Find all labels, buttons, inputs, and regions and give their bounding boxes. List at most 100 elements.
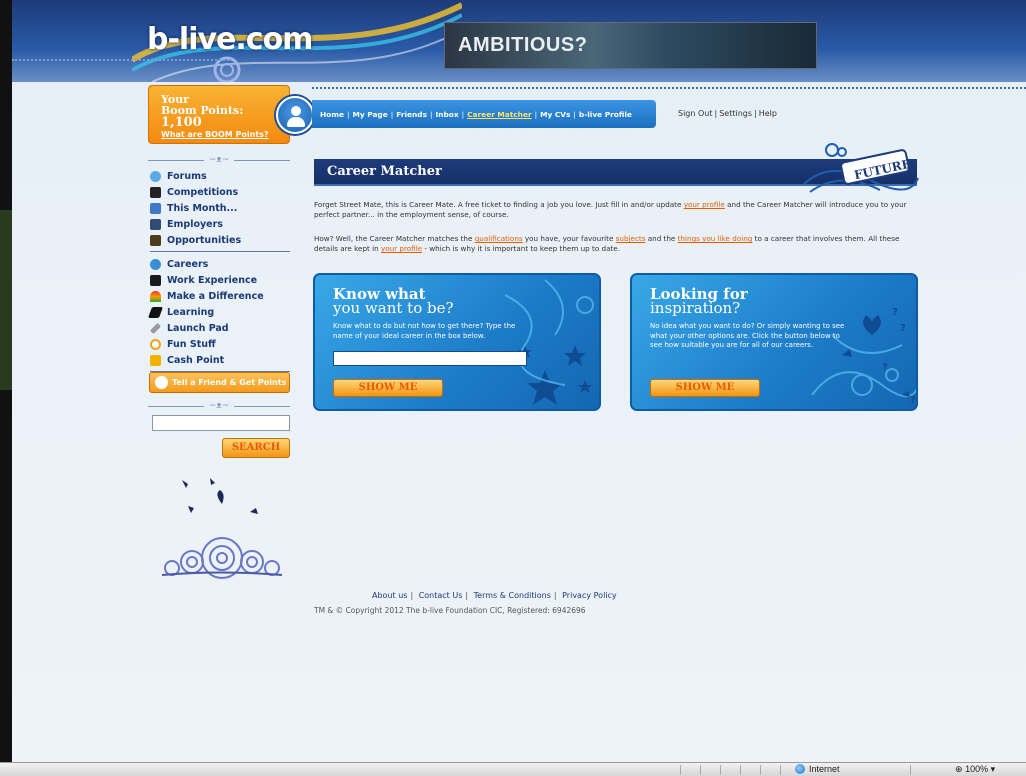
globe-icon: [795, 764, 805, 774]
zoom-icon: ⊕: [955, 764, 963, 774]
nav-my-cvs[interactable]: My CVs: [540, 110, 570, 119]
nav-separator: |: [429, 109, 433, 119]
sidebar-divider: [150, 251, 290, 252]
copyright-text: TM & © Copyright 2012 The b-live Foundat…: [314, 606, 586, 615]
opportunities-icon: [150, 234, 161, 246]
stars-decoration: [504, 279, 594, 405]
sidebar-item-label: Employers: [167, 218, 223, 230]
sidebar-item-cash-point[interactable]: Cash Point: [150, 352, 292, 368]
how-text: How? Well, the Career Matcher matches th…: [314, 234, 475, 243]
footer-contact-link[interactable]: Contact Us: [419, 591, 463, 600]
boom-points-value: 1,100: [161, 115, 202, 130]
sidebar-ornament-bottom: ~ᴥ~: [148, 401, 290, 412]
sidebar-ornament-top: ~ᴥ~: [148, 155, 290, 166]
card2-title-line2: inspiration?: [650, 299, 741, 317]
card1-show-me-button[interactable]: SHOW ME: [333, 379, 443, 397]
browser-status-bar: Internet ⊕ 100% ▾: [0, 762, 1026, 776]
sidebar-item-label: Careers: [167, 258, 209, 270]
help-link[interactable]: Help: [759, 109, 777, 118]
rainbow-icon: [150, 290, 161, 302]
mortarboard-icon: [147, 306, 164, 318]
sidebar-item-employers[interactable]: Employers: [150, 216, 292, 232]
how-text: - which is why it is important to keep t…: [422, 244, 621, 253]
svg-text:?: ?: [882, 362, 888, 373]
sidebar-item-competitions[interactable]: Competitions: [150, 184, 292, 200]
account-separator: |: [754, 109, 757, 118]
user-avatar-icon[interactable]: [276, 96, 314, 134]
your-profile-link[interactable]: your profile: [684, 200, 725, 209]
forums-icon: [150, 170, 161, 182]
nav-career-matcher[interactable]: Career Matcher: [467, 110, 531, 119]
friend-icon: [155, 376, 168, 389]
nav-b-live-profile[interactable]: b-live Profile: [579, 110, 632, 119]
security-zone[interactable]: Internet: [795, 764, 840, 774]
zoom-level-control[interactable]: ⊕ 100% ▾: [955, 764, 995, 775]
boom-points-help-link[interactable]: What are BOOM Points?: [161, 130, 269, 139]
settings-link[interactable]: Settings: [719, 109, 752, 118]
boom-points-box: Your Boom Points: 1,100 What are BOOM Po…: [148, 85, 290, 144]
sidebar-item-label: Work Experience: [167, 274, 258, 286]
sidebar-item-label: Opportunities: [167, 234, 242, 246]
footer-terms-link[interactable]: Terms & Conditions: [474, 591, 551, 600]
intro-text: Forget Street Mate, this is Career Mate.…: [314, 200, 684, 209]
sidebar-item-fun-stuff[interactable]: Fun Stuff: [150, 336, 292, 352]
know-what-you-want-card: Know what you want to be? Know what to d…: [313, 273, 601, 411]
nav-home[interactable]: Home: [320, 110, 344, 119]
sidebar-search-button[interactable]: SEARCH: [222, 438, 290, 458]
nav-separator: |: [534, 109, 538, 119]
your-profile-link-2[interactable]: your profile: [381, 244, 422, 253]
future-badge-decoration: FUTURE: [803, 143, 919, 193]
account-separator: |: [714, 109, 718, 118]
sidebar-item-this-month[interactable]: This Month...: [150, 200, 292, 216]
nav-separator: |: [573, 109, 576, 119]
footer-about-link[interactable]: About us: [372, 591, 407, 600]
competitions-icon: [150, 186, 161, 198]
nav-inbox[interactable]: Inbox: [435, 110, 458, 119]
nav-separator: |: [390, 109, 394, 119]
footer-separator: |: [410, 591, 414, 600]
briefcase-icon: [150, 274, 161, 286]
sign-out-link[interactable]: Sign Out: [678, 109, 713, 118]
cash-icon: [150, 354, 161, 366]
sidebar-item-label: Learning: [167, 306, 215, 318]
footer-separator: |: [465, 591, 469, 600]
sidebar-item-label: This Month...: [167, 202, 238, 214]
calendar-icon: [150, 202, 161, 214]
sidebar-menu: Forums Competitions This Month... Employ…: [147, 168, 292, 376]
qualifications-link[interactable]: qualifications: [475, 234, 523, 243]
sidebar-item-launch-pad[interactable]: Launch Pad: [149, 320, 292, 336]
things-you-like-doing-link[interactable]: things you like doing: [678, 234, 753, 243]
sidebar-item-label: Launch Pad: [167, 322, 229, 334]
card2-description: No idea what you want to do? Or simply w…: [650, 322, 845, 349]
how-text: you have, your favourite: [522, 234, 616, 243]
card2-show-me-button[interactable]: SHOW ME: [650, 379, 760, 397]
tell-a-friend-button[interactable]: Tell a Friend & Get Points: [149, 372, 290, 393]
account-links: Sign Out | Settings | Help: [678, 109, 777, 118]
nav-friends[interactable]: Friends: [396, 110, 427, 119]
svg-text:?: ?: [892, 307, 898, 318]
sidebar-item-work-experience[interactable]: Work Experience: [150, 272, 292, 288]
card1-description: Know what to do but not how to get there…: [333, 322, 516, 340]
footer-privacy-link[interactable]: Privacy Policy: [562, 591, 617, 600]
sidebar-item-label: Fun Stuff: [167, 338, 216, 350]
header-dotted-line: [12, 59, 232, 61]
desktop-background-strip: [0, 0, 12, 762]
sidebar-item-label: Make a Difference: [167, 290, 264, 302]
site-logo[interactable]: b-live.com: [147, 22, 313, 57]
svg-text:?: ?: [900, 323, 906, 334]
zoom-level-value: 100%: [965, 764, 989, 774]
sidebar-search-input[interactable]: [152, 415, 290, 431]
butterfly-swirl-illustration: [161, 478, 283, 579]
career-name-input[interactable]: [333, 351, 527, 366]
sidebar-item-label: Cash Point: [167, 354, 225, 366]
ad-banner[interactable]: AMBITIOUS?: [444, 22, 817, 69]
footer-links: About us | Contact Us | Terms & Conditions…: [372, 591, 617, 600]
sidebar-item-make-a-difference[interactable]: Make a Difference: [150, 288, 292, 304]
sidebar-item-forums[interactable]: Forums: [150, 168, 292, 184]
nav-my-page[interactable]: My Page: [352, 110, 387, 119]
sidebar-item-careers[interactable]: Careers: [150, 256, 292, 272]
subjects-link[interactable]: subjects: [616, 234, 646, 243]
sidebar-item-learning[interactable]: Learning: [147, 304, 292, 320]
sidebar-item-opportunities[interactable]: Opportunities: [150, 232, 292, 248]
main-nav: Home | My Page | Friends | Inbox | Career Ma…: [312, 100, 656, 128]
